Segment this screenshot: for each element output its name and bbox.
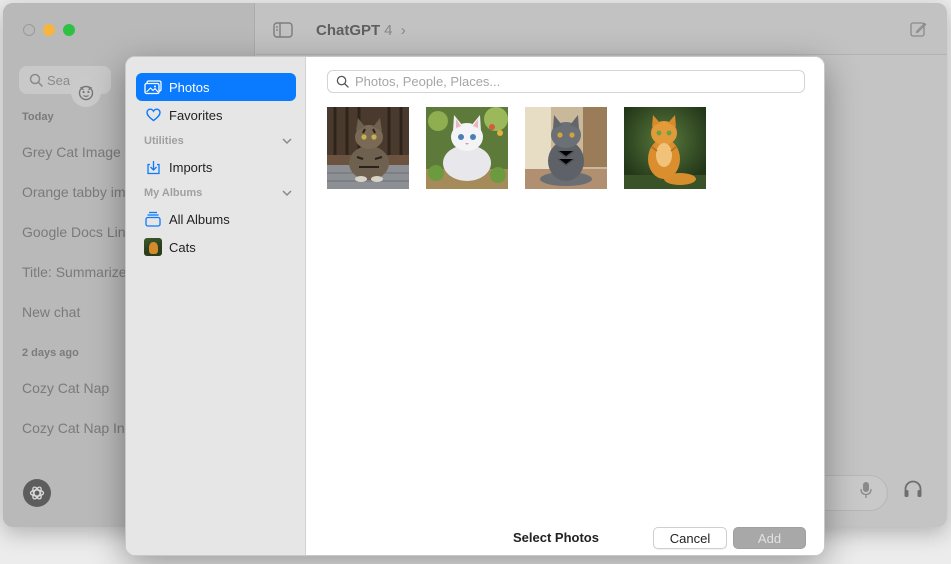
- model-version: 4: [384, 22, 393, 39]
- app-search-placeholder: Sea: [47, 72, 71, 88]
- picker-main: Select Photos Cancel Add: [307, 57, 824, 555]
- photo-picker-dialog: Photos Favorites Utilities Imports My Al…: [125, 56, 825, 556]
- sidebar-item-all-albums[interactable]: All Albums: [136, 205, 296, 233]
- sidebar-item-label: All Albums: [169, 211, 230, 227]
- microphone-icon[interactable]: [860, 481, 872, 504]
- new-chat-compose-icon[interactable]: [910, 21, 927, 43]
- cancel-button[interactable]: Cancel: [653, 527, 727, 549]
- window-maximize-button[interactable]: [63, 24, 75, 36]
- section-label-2-days-ago: 2 days ago: [22, 347, 79, 359]
- bot-face-icon: [71, 77, 101, 107]
- window-close-button[interactable]: [23, 24, 35, 36]
- chevron-down-icon: [282, 137, 292, 144]
- dialog-title: Select Photos: [513, 530, 599, 545]
- headphones-icon[interactable]: [903, 480, 923, 503]
- search-icon: [29, 73, 43, 87]
- section-utilities[interactable]: Utilities: [144, 135, 292, 147]
- photo-thumbnail-grey-cat[interactable]: [525, 107, 607, 189]
- app-topbar: ChatGPT 4 ›: [256, 3, 947, 55]
- section-label: My Albums: [144, 187, 203, 199]
- picker-sidebar: Photos Favorites Utilities Imports My Al…: [126, 57, 306, 555]
- photo-search-input[interactable]: [355, 74, 795, 89]
- section-label-today: Today: [22, 111, 54, 123]
- sidebar-item-favorites[interactable]: Favorites: [136, 101, 296, 129]
- cats-album-thumbnail: [144, 238, 162, 256]
- photo-search-field[interactable]: [327, 70, 805, 93]
- chevron-right-icon: ›: [400, 22, 406, 39]
- photo-thumbnail-orange-cat[interactable]: [624, 107, 706, 189]
- model-name: ChatGPT: [316, 22, 381, 39]
- photo-thumbnail-white-cat[interactable]: [426, 107, 508, 189]
- sidebar-item-label: Cats: [169, 239, 196, 255]
- window-minimize-button[interactable]: [43, 24, 55, 36]
- chevron-down-icon: [282, 189, 292, 196]
- sidebar-item-label: Favorites: [169, 107, 223, 123]
- import-icon: [144, 158, 162, 176]
- openai-logo-icon[interactable]: [23, 479, 51, 507]
- model-selector[interactable]: ChatGPT 4 ›: [316, 22, 406, 39]
- albums-stack-icon: [144, 210, 162, 228]
- heart-icon: [144, 106, 162, 124]
- sidebar-item-label: Imports: [169, 159, 213, 175]
- sidebar-toggle-icon[interactable]: [273, 22, 293, 43]
- sidebar-item-photos[interactable]: Photos: [136, 73, 296, 101]
- photo-thumbnail-tabby-cat[interactable]: [327, 107, 409, 189]
- section-label: Utilities: [144, 135, 184, 147]
- section-my-albums[interactable]: My Albums: [144, 187, 292, 199]
- sidebar-item-label: Photos: [169, 79, 210, 95]
- photos-library-icon: [144, 78, 162, 96]
- add-button[interactable]: Add: [733, 527, 806, 549]
- search-icon: [336, 75, 349, 88]
- sidebar-item-cats[interactable]: Cats: [136, 233, 296, 261]
- sidebar-item-imports[interactable]: Imports: [136, 153, 296, 181]
